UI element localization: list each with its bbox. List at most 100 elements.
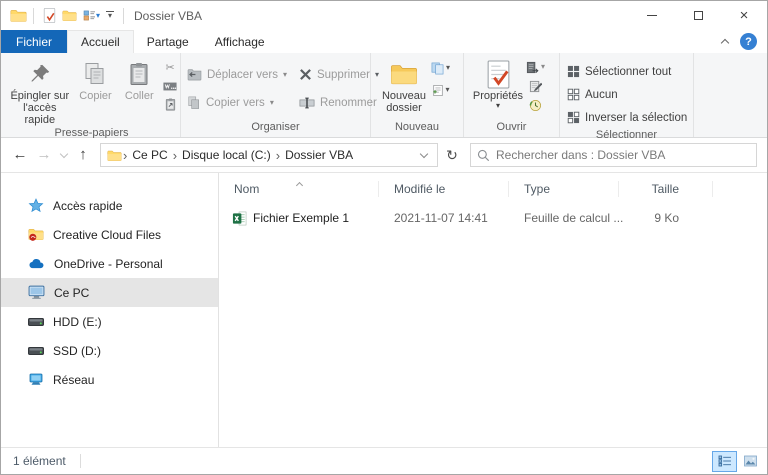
edit-button[interactable] (529, 79, 542, 93)
ribbon-spacer (694, 53, 767, 137)
copy-button[interactable]: Copier (73, 55, 119, 102)
app-folder-icon (10, 8, 27, 23)
address-dropdown-button[interactable] (415, 149, 433, 159)
open-button[interactable]: ▾ (526, 60, 545, 74)
details-view-icon (718, 455, 731, 467)
status-bar: 1 élément (1, 447, 767, 474)
file-row[interactable]: Fichier Exemple 1 2021-11-07 14:41 Feuil… (219, 207, 767, 229)
select-all-button[interactable]: Sélectionner tout (567, 61, 687, 82)
select-none-button[interactable]: Aucun (567, 84, 687, 105)
sidebar-item-label: OneDrive - Personal (54, 256, 163, 271)
chevron-down-icon (59, 149, 68, 159)
window-title: Dossier VBA (134, 8, 203, 23)
tab-fichier[interactable]: Fichier (1, 30, 68, 53)
onedrive-cloud-icon (29, 258, 44, 269)
forward-button[interactable]: → (33, 144, 55, 166)
copy-to-icon (188, 96, 199, 109)
details-view-button[interactable] (712, 450, 737, 472)
cut-button[interactable]: ✂ (165, 61, 174, 75)
close-button[interactable]: × (721, 1, 767, 30)
history-button[interactable] (529, 98, 542, 112)
column-header-taille[interactable]: Taille (619, 177, 713, 201)
properties-button[interactable]: Propriétés ▾ (470, 55, 526, 110)
column-header-modifie-le[interactable]: Modifié le (379, 177, 509, 201)
sidebar-item-creative-cloud[interactable]: Creative Cloud Files (1, 220, 218, 249)
move-to-button[interactable]: Déplacer vers ▾ (187, 64, 287, 85)
address-bar[interactable]: › Ce PC › Disque local (C:) › Dossier VB… (100, 143, 438, 167)
tab-accueil[interactable]: Accueil (67, 30, 134, 53)
easy-access-button[interactable]: ▾ (431, 61, 450, 75)
rename-icon (299, 97, 315, 108)
sidebar-item-label: Creative Cloud Files (53, 227, 162, 242)
delete-x-icon (300, 69, 311, 80)
qat-new-folder-button[interactable] (59, 5, 80, 27)
qat-view-button[interactable]: ▾ (80, 5, 103, 27)
tab-partage[interactable]: Partage (134, 30, 202, 53)
up-button[interactable]: ↑ (72, 144, 94, 166)
sidebar-item-hdd-e[interactable]: HDD (E:) (1, 307, 218, 336)
new-item-button[interactable]: ▾ (432, 83, 450, 97)
rename-button[interactable]: Renommer (299, 92, 379, 113)
file-type: Feuille de calcul ... (524, 211, 624, 225)
dropdown-caret-icon: ▾ (282, 69, 287, 79)
column-headers: Nom Modifié le Type Taille (219, 177, 767, 201)
ribbon-group-select: Sélectionner tout Aucun Inverser la séle… (560, 53, 694, 141)
collapse-ribbon-button[interactable] (720, 35, 730, 49)
chevron-up-icon (720, 38, 730, 47)
new-folder-button[interactable]: Nouveau dossier (377, 55, 431, 114)
copy-path-button[interactable] (163, 79, 177, 93)
select-none-icon (567, 88, 580, 101)
invert-selection-icon (567, 111, 580, 124)
dropdown-caret-icon: ▾ (446, 63, 451, 72)
sidebar-item-onedrive[interactable]: OneDrive - Personal (1, 249, 218, 278)
breadcrumb-disque-local[interactable]: Disque local (C:) (178, 148, 275, 162)
breadcrumb-ce-pc[interactable]: Ce PC (128, 148, 171, 162)
back-button[interactable]: ← (9, 144, 31, 166)
copy-to-button[interactable]: Copier vers ▾ (187, 92, 287, 113)
ribbon-group-new: Nouveau dossier ▾ ▾ Nouveau (371, 53, 464, 137)
search-input[interactable] (496, 148, 750, 162)
history-icon (529, 99, 541, 111)
network-icon (29, 373, 43, 385)
minimize-button[interactable] (629, 1, 675, 30)
paste-button[interactable]: Coller (118, 55, 160, 102)
maximize-icon (693, 11, 703, 20)
ribbon-group-organize: Déplacer vers ▾ Copier vers ▾ Supprimer … (181, 53, 379, 137)
qat-customize-button[interactable]: ▾ (103, 5, 117, 27)
delete-button[interactable]: Supprimer ▾ (299, 64, 379, 85)
titlebar-separator (123, 7, 125, 24)
tab-affichage[interactable]: Affichage (202, 30, 278, 53)
sidebar-item-acces-rapide[interactable]: Accès rapide (1, 191, 218, 220)
group-label-open: Ouvrir (496, 121, 527, 133)
drive-icon (28, 346, 44, 355)
paste-shortcut-icon (165, 98, 175, 110)
ribbon: Épingler sur l'accès rapide Copier Colle… (1, 53, 767, 141)
properties-icon (486, 58, 511, 90)
properties-check-icon (43, 8, 56, 23)
sidebar-item-ssd-d[interactable]: SSD (D:) (1, 336, 218, 365)
titlebar-separator (33, 7, 34, 24)
help-button[interactable]: ? (740, 33, 757, 50)
pushpin-icon (29, 58, 51, 90)
qat-properties-button[interactable] (40, 5, 59, 27)
pin-quick-access-button[interactable]: Épingler sur l'accès rapide (7, 55, 73, 126)
column-header-type[interactable]: Type (509, 177, 619, 201)
sidebar-item-label: Ce PC (54, 285, 90, 300)
recent-locations-button[interactable] (57, 149, 70, 159)
dropdown-caret-icon: ▾ (495, 101, 500, 110)
sidebar-item-ce-pc[interactable]: Ce PC (1, 278, 218, 307)
copy-path-icon (163, 82, 177, 90)
column-header-nom[interactable]: Nom (219, 177, 379, 201)
breadcrumb-dossier-vba[interactable]: Dossier VBA (281, 148, 357, 162)
easy-access-icon (431, 62, 444, 74)
sidebar-item-reseau[interactable]: Réseau (1, 365, 218, 394)
sidebar-item-label: HDD (E:) (53, 314, 102, 329)
maximize-button[interactable] (675, 1, 721, 30)
view-options-icon (83, 10, 95, 21)
refresh-button[interactable]: ↻ (440, 147, 464, 164)
new-folder-icon (390, 58, 418, 90)
thumbnails-view-button[interactable] (738, 451, 763, 472)
sidebar-item-label: SSD (D:) (53, 343, 101, 358)
paste-shortcut-button[interactable] (165, 97, 176, 111)
invert-selection-button[interactable]: Inverser la sélection (567, 107, 687, 128)
